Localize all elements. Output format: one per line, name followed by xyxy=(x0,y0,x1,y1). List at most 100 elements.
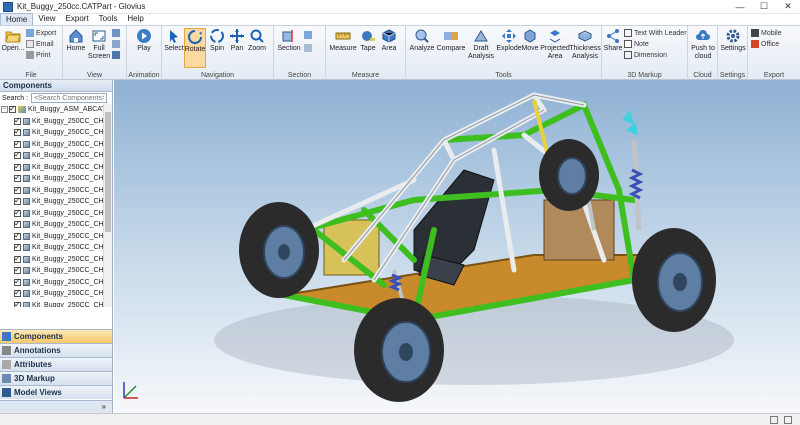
tape-button[interactable]: Tape xyxy=(358,28,378,53)
status-view-icon[interactable] xyxy=(770,416,778,424)
panel-tab-model-views[interactable]: Model Views xyxy=(0,385,112,399)
visibility-checkbox[interactable] xyxy=(14,300,21,307)
view-cube-button[interactable] xyxy=(112,28,122,38)
push-to-cloud-button[interactable]: Push to cloud xyxy=(689,28,717,61)
tree-item[interactable]: Kit_Buggy_250CC_CH xyxy=(0,150,112,162)
visibility-checkbox[interactable] xyxy=(14,288,21,298)
buggy-model[interactable] xyxy=(114,80,800,413)
tree-item[interactable]: Kit_Buggy_250CC_CH xyxy=(0,254,112,266)
tree-item[interactable]: Kit_Buggy_250CC_CH xyxy=(0,162,112,174)
title-bar: Kit_Buggy_250cc.CATPart - Glovius — ☐ ✕ xyxy=(0,0,800,14)
group-navigation: Select Rotate Spin Pan Zoom Navigation xyxy=(162,26,274,80)
office-button[interactable]: Office xyxy=(751,39,779,49)
tab-home[interactable]: Home xyxy=(0,13,34,25)
ruler-icon xyxy=(335,28,351,44)
panel-tab-3d-markup[interactable]: 3D Markup xyxy=(0,371,112,385)
tree-root[interactable]: − Kit_Buggy_ASM_ABCAT xyxy=(0,104,112,116)
visibility-checkbox[interactable] xyxy=(14,127,21,137)
status-layout-icon[interactable] xyxy=(784,416,792,424)
visibility-checkbox[interactable] xyxy=(9,104,16,114)
visibility-checkbox[interactable] xyxy=(14,185,21,194)
3d-viewport[interactable] xyxy=(114,80,800,413)
close-button[interactable]: ✕ xyxy=(776,0,800,14)
visibility-checkbox[interactable] xyxy=(14,265,21,275)
visibility-checkbox[interactable] xyxy=(14,277,21,286)
tree-item[interactable]: Kit_Buggy_250CC_CH xyxy=(0,242,112,254)
text-with-leader-button[interactable]: Text With Leader xyxy=(624,28,687,38)
area-button[interactable]: Area xyxy=(378,28,400,53)
note-button[interactable]: Note xyxy=(624,39,649,49)
section-button[interactable]: Section xyxy=(276,28,302,53)
tree-item[interactable]: Kit_Buggy_250CC_CH xyxy=(0,196,112,208)
play-button[interactable]: Play xyxy=(133,28,155,53)
visibility-checkbox[interactable] xyxy=(14,196,21,206)
tree-scroll-thumb[interactable] xyxy=(105,112,111,232)
tree-item-label: Kit_Buggy_250CC_CH xyxy=(32,278,104,286)
tree-item[interactable]: Kit_Buggy_250CC_CH xyxy=(0,288,112,300)
visibility-checkbox[interactable] xyxy=(14,219,21,229)
panel-tab-annotations[interactable]: Annotations xyxy=(0,343,112,357)
zoom-button[interactable]: Zoom xyxy=(246,28,268,53)
export-button[interactable]: Export xyxy=(26,28,56,38)
spin-button[interactable]: Spin xyxy=(207,28,227,53)
tree-item[interactable]: Kit_Buggy_250CC_CH xyxy=(0,208,112,220)
draft-analysis-button[interactable]: Draft Analysis xyxy=(466,28,496,61)
pan-button[interactable]: Pan xyxy=(227,28,247,53)
visibility-checkbox[interactable] xyxy=(14,139,21,148)
tree-item[interactable]: Kit_Buggy_250CC_CH xyxy=(0,173,112,185)
tree-item[interactable]: Kit_Buggy_250CC_CH xyxy=(0,185,112,197)
visibility-checkbox[interactable] xyxy=(14,254,21,263)
maximize-button[interactable]: ☐ xyxy=(752,0,776,14)
settings-button[interactable]: Settings xyxy=(719,28,747,53)
panel-footer-chevron[interactable]: » xyxy=(0,400,112,413)
analyze-icon xyxy=(414,28,430,44)
tree-item[interactable]: Kit_Buggy_250CC_CH xyxy=(0,139,112,151)
visibility-checkbox[interactable] xyxy=(14,150,21,160)
tree-scrollbar[interactable] xyxy=(103,104,112,307)
section-options-button[interactable] xyxy=(304,30,314,40)
rotate-button[interactable]: Rotate xyxy=(184,28,206,68)
visibility-checkbox[interactable] xyxy=(14,231,21,240)
email-button[interactable]: Email xyxy=(26,39,54,49)
tree-item[interactable]: Kit_Buggy_250CC_CH xyxy=(0,277,112,289)
panel-tab-attributes[interactable]: Attributes xyxy=(0,357,112,371)
panel-tab-components[interactable]: Components xyxy=(0,329,112,343)
open-button[interactable]: Open... xyxy=(2,28,24,53)
projected-area-button[interactable]: Projected Area xyxy=(540,28,570,61)
visibility-checkbox[interactable] xyxy=(14,162,21,171)
share-button[interactable]: Share xyxy=(603,28,623,53)
tree-item[interactable]: Kit_Buggy_250CC_CH xyxy=(0,127,112,139)
analyze-button[interactable]: Analyze xyxy=(408,28,436,53)
visibility-checkbox[interactable] xyxy=(14,116,21,125)
home-button[interactable]: Home xyxy=(65,28,87,53)
compare-button[interactable]: Compare xyxy=(436,28,466,53)
select-button[interactable]: Select xyxy=(164,28,184,53)
tree-item[interactable]: Kit_Buggy_250CC_CH xyxy=(0,231,112,243)
visibility-checkbox[interactable] xyxy=(14,173,21,183)
part-icon xyxy=(23,221,30,229)
dimension-button[interactable]: Dimension xyxy=(624,50,667,60)
tree-item[interactable]: Kit_Buggy_250CC_CH xyxy=(0,219,112,231)
visibility-checkbox[interactable] xyxy=(14,242,21,252)
display-options-button[interactable] xyxy=(112,50,122,60)
thickness-analysis-button[interactable]: Thickness Analysis xyxy=(569,28,601,61)
tab-view[interactable]: View xyxy=(33,13,60,25)
minimize-button[interactable]: — xyxy=(728,0,752,14)
tree-item[interactable]: Kit_Buggy_250CC_CH xyxy=(0,265,112,277)
tab-help[interactable]: Help xyxy=(122,13,148,25)
collapse-icon[interactable]: − xyxy=(1,106,8,114)
visibility-checkbox[interactable] xyxy=(14,208,21,217)
section-flip-button[interactable] xyxy=(304,43,314,53)
tab-tools[interactable]: Tools xyxy=(94,13,123,25)
tree-item[interactable]: Kit_Buggy_250CC_CH xyxy=(0,116,112,128)
search-input[interactable] xyxy=(31,93,108,103)
measure-button[interactable]: Measure xyxy=(328,28,358,53)
print-button[interactable]: Print xyxy=(26,50,50,60)
tree-item[interactable]: Kit_Buggy_250CC_CH xyxy=(0,300,112,307)
full-screen-button[interactable]: Full Screen xyxy=(88,28,110,61)
mobile-button[interactable]: Mobile xyxy=(751,28,782,38)
tab-export[interactable]: Export xyxy=(61,13,94,25)
explode-button[interactable]: Explode xyxy=(496,28,522,53)
render-mode-button[interactable] xyxy=(112,39,122,49)
move-button[interactable]: Move xyxy=(520,28,540,53)
